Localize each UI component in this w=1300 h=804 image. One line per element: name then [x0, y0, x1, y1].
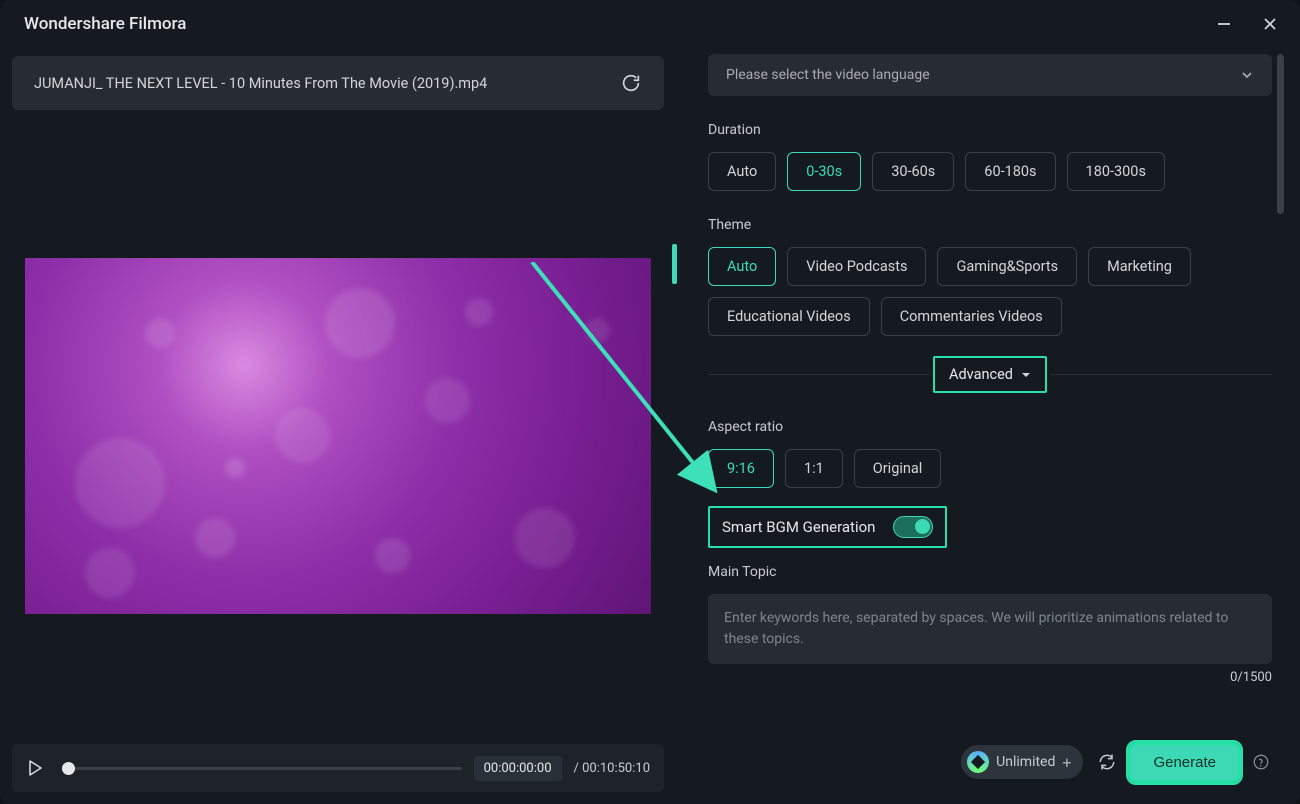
- caret-down-icon: [1021, 370, 1031, 380]
- player-controls: 00:00:00:00 / 00:10:50:10: [12, 744, 664, 792]
- main-topic-label: Main Topic: [708, 564, 1272, 580]
- duration-0-30s[interactable]: 0-30s: [787, 152, 861, 191]
- panel-accent: [672, 244, 677, 284]
- duration-180-300s[interactable]: 180-300s: [1067, 152, 1165, 191]
- refresh-icon[interactable]: [1097, 752, 1117, 772]
- footer-bar: Unlimited + Generate: [674, 732, 1288, 792]
- aspect-original[interactable]: Original: [854, 449, 942, 488]
- theme-video-podcasts[interactable]: Video Podcasts: [787, 247, 926, 286]
- chevron-down-icon: [1240, 68, 1254, 82]
- theme-marketing[interactable]: Marketing: [1088, 247, 1191, 286]
- video-frame[interactable]: [25, 258, 651, 614]
- advanced-toggle[interactable]: Advanced: [933, 356, 1047, 393]
- duration-options: Auto 0-30s 30-60s 60-180s 180-300s: [708, 152, 1272, 191]
- current-time: 00:00:00:00: [474, 756, 562, 781]
- plus-icon: +: [1062, 753, 1071, 772]
- duration-30-60s[interactable]: 30-60s: [872, 152, 954, 191]
- smart-bgm-row: Smart BGM Generation: [708, 506, 947, 548]
- smart-bgm-toggle[interactable]: [893, 516, 933, 538]
- language-select[interactable]: Please select the video language: [708, 54, 1272, 96]
- unlimited-label: Unlimited: [996, 754, 1055, 770]
- theme-options: Auto Video Podcasts Gaming&Sports Market…: [708, 247, 1272, 336]
- theme-commentaries[interactable]: Commentaries Videos: [881, 297, 1062, 336]
- reload-icon[interactable]: [620, 72, 642, 94]
- aspect-ratio-label: Aspect ratio: [708, 419, 1272, 435]
- right-panel: Please select the video language Duratio…: [674, 44, 1288, 792]
- close-button[interactable]: [1260, 14, 1280, 34]
- theme-label: Theme: [708, 217, 1272, 233]
- aspect-ratio-options: 9:16 1:1 Original: [708, 449, 1272, 488]
- title-bar: Wondershare Filmora: [0, 0, 1300, 44]
- aspect-9-16[interactable]: 9:16: [708, 449, 774, 488]
- file-name: JUMANJI_ THE NEXT LEVEL - 10 Minutes Fro…: [34, 75, 487, 92]
- seek-bar[interactable]: [62, 757, 462, 779]
- sparkle-icon: [967, 751, 989, 773]
- scrollbar-thumb[interactable]: [1277, 54, 1284, 214]
- help-icon[interactable]: [1252, 753, 1270, 771]
- main-topic-placeholder: Enter keywords here, separated by spaces…: [724, 610, 1228, 647]
- advanced-label: Advanced: [949, 366, 1013, 383]
- theme-gaming-sports[interactable]: Gaming&Sports: [937, 247, 1077, 286]
- theme-educational[interactable]: Educational Videos: [708, 297, 870, 336]
- main-topic-input[interactable]: Enter keywords here, separated by spaces…: [708, 594, 1272, 664]
- smart-bgm-label: Smart BGM Generation: [722, 518, 875, 536]
- theme-auto[interactable]: Auto: [708, 247, 776, 286]
- minimize-button[interactable]: [1214, 14, 1234, 34]
- main-content: JUMANJI_ THE NEXT LEVEL - 10 Minutes Fro…: [0, 44, 1300, 804]
- play-button[interactable]: [26, 759, 44, 777]
- duration-auto[interactable]: Auto: [708, 152, 776, 191]
- app-window: Wondershare Filmora JUMANJI_ THE NEXT LE…: [0, 0, 1300, 804]
- app-title: Wondershare Filmora: [24, 14, 186, 34]
- settings-scroll[interactable]: Please select the video language Duratio…: [674, 44, 1288, 732]
- char-counter: 0/1500: [708, 670, 1272, 685]
- duration-label: Duration: [708, 122, 1272, 138]
- aspect-1-1[interactable]: 1:1: [785, 449, 843, 488]
- seek-knob[interactable]: [62, 762, 75, 775]
- generate-button[interactable]: Generate: [1131, 745, 1238, 780]
- total-time: / 00:10:50:10: [574, 761, 650, 776]
- language-placeholder: Please select the video language: [726, 67, 930, 83]
- unlimited-badge[interactable]: Unlimited +: [961, 745, 1083, 779]
- duration-60-180s[interactable]: 60-180s: [965, 152, 1055, 191]
- video-preview-area: [12, 110, 664, 732]
- window-controls: [1214, 14, 1280, 34]
- advanced-divider: Advanced: [708, 356, 1272, 393]
- file-bar: JUMANJI_ THE NEXT LEVEL - 10 Minutes Fro…: [12, 56, 664, 110]
- left-panel: JUMANJI_ THE NEXT LEVEL - 10 Minutes Fro…: [12, 44, 664, 792]
